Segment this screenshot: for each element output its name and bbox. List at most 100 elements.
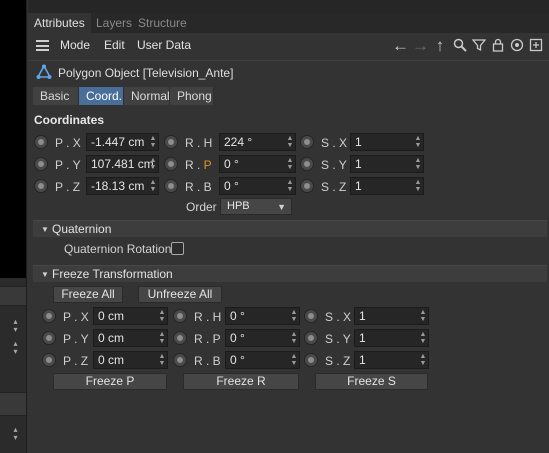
freeze-scale-y-field[interactable]: 1 ▲ ▼ [354, 329, 429, 347]
animate-toggle[interactable] [164, 157, 178, 171]
tab-structure[interactable]: Structure [132, 13, 193, 33]
freeze-pos-x-field[interactable]: 0 cm ▲ ▼ [93, 307, 168, 325]
field-label: R . B [185, 180, 212, 194]
freeze-group-header[interactable]: ▼ Freeze Transformation [33, 265, 547, 282]
menu-mode[interactable]: Mode [60, 38, 90, 52]
freeze-r-button[interactable]: Freeze R [183, 373, 299, 390]
animate-toggle[interactable] [304, 353, 318, 367]
animate-toggle[interactable] [42, 309, 56, 323]
quaternion-rotation-checkbox[interactable] [171, 242, 184, 255]
animate-toggle[interactable] [34, 157, 48, 171]
subtab-coord[interactable]: Coord. [79, 87, 124, 105]
animate-toggle[interactable] [34, 135, 48, 149]
stepper-arrows-icon[interactable]: ▲ ▼ [158, 331, 166, 345]
rot-p-field[interactable]: 0 ° ▲ ▼ [219, 155, 296, 173]
animate-toggle[interactable] [300, 135, 314, 149]
subtab-basic[interactable]: Basic [33, 87, 79, 105]
filter-icon[interactable] [471, 38, 487, 54]
object-title: Polygon Object [Television_Ante] [58, 66, 234, 80]
freeze-scale-x-field[interactable]: 1 ▲ ▼ [354, 307, 429, 325]
animate-toggle[interactable] [300, 157, 314, 171]
arrow-left-icon[interactable]: ← [392, 37, 409, 54]
stepper-arrows-icon[interactable]: ▲ ▼ [419, 353, 427, 367]
stepper-arrows-icon[interactable]: ▲ ▼ [158, 309, 166, 323]
subtab-phong[interactable]: Phong [170, 87, 214, 105]
scale-y-field[interactable]: 1 ▲ ▼ [350, 155, 424, 173]
pos-x-field[interactable]: -1.447 cm ▲ ▼ [86, 133, 159, 151]
add-panel-icon[interactable] [528, 38, 544, 54]
scale-x-field[interactable]: 1 ▲ ▼ [350, 133, 424, 151]
freeze-scale-z-field[interactable]: 1 ▲ ▼ [354, 351, 429, 369]
freeze-rot-b-field[interactable]: 0 ° ▲ ▼ [225, 351, 300, 369]
stepper-arrows-icon[interactable]: ▲ ▼ [286, 135, 294, 149]
stepper-arrows-icon[interactable]: ▲ ▼ [414, 179, 422, 193]
scale-z-value: 1 [355, 179, 362, 193]
pos-y-value: 107.481 cm [91, 157, 154, 171]
collapse-triangle-icon[interactable]: ▼ [41, 270, 49, 279]
stepper-arrows-icon[interactable]: ▲ ▼ [290, 331, 298, 345]
freeze-pos-y-value: 0 cm [98, 331, 125, 345]
unfreeze-all-button[interactable]: Unfreeze All [138, 286, 222, 303]
stepper-arrows-icon[interactable]: ▴ ▾ [11, 318, 20, 334]
freeze-rot-h-field[interactable]: 0 ° ▲ ▼ [225, 307, 300, 325]
freeze-all-button[interactable]: Freeze All [53, 286, 123, 303]
animate-toggle[interactable] [304, 309, 318, 323]
panel-tabbar: Attributes Layers Structure [28, 13, 549, 33]
stepper-arrows-icon[interactable]: ▴ ▾ [11, 340, 20, 356]
stepper-arrows-icon[interactable]: ▴ ▾ [11, 426, 20, 442]
animate-toggle[interactable] [42, 353, 56, 367]
stepper-arrows-icon[interactable]: ▲ ▼ [149, 157, 157, 171]
animate-toggle[interactable] [304, 331, 318, 345]
stepper-arrows-icon[interactable]: ▲ ▼ [149, 135, 157, 149]
freeze-scale-z-value: 1 [359, 353, 366, 367]
tab-layers[interactable]: Layers [90, 13, 138, 33]
stepper-arrows-icon[interactable]: ▲ ▼ [414, 135, 422, 149]
rot-b-field[interactable]: 0 ° ▲ ▼ [219, 177, 296, 195]
order-select[interactable]: HPB ▼ [220, 198, 292, 215]
animate-toggle[interactable] [173, 353, 187, 367]
stepper-arrows-icon[interactable]: ▲ ▼ [419, 309, 427, 323]
menu-edit[interactable]: Edit [104, 38, 125, 52]
stepper-arrows-icon[interactable]: ▲ ▼ [286, 157, 294, 171]
quaternion-group-header[interactable]: ▼ Quaternion [33, 220, 547, 237]
field-label: R . H [194, 310, 222, 324]
freeze-p-button[interactable]: Freeze P [53, 373, 167, 390]
animate-toggle[interactable] [173, 331, 187, 345]
scale-z-field[interactable]: 1 ▲ ▼ [350, 177, 424, 195]
field-label: P . Y [55, 158, 81, 172]
freeze-pos-z-field[interactable]: 0 cm ▲ ▼ [93, 351, 168, 369]
freeze-s-button[interactable]: Freeze S [315, 373, 428, 390]
animate-toggle[interactable] [42, 331, 56, 345]
stepper-arrows-icon[interactable]: ▲ ▼ [414, 157, 422, 171]
pos-z-field[interactable]: -18.13 cm ▲ ▼ [86, 177, 159, 195]
pos-y-field[interactable]: 107.481 cm ▲ ▼ [86, 155, 159, 173]
stepper-arrows-icon[interactable]: ▲ ▼ [158, 353, 166, 367]
menu-user-data[interactable]: User Data [137, 38, 191, 52]
field-label: R . P [185, 158, 212, 172]
stepper-arrows-icon[interactable]: ▲ ▼ [149, 179, 157, 193]
freeze-rot-h-value: 0 ° [230, 309, 245, 323]
lock-icon[interactable] [490, 38, 506, 54]
animate-toggle[interactable] [164, 135, 178, 149]
field-label: S . Z [325, 354, 351, 368]
freeze-rot-p-field[interactable]: 0 ° ▲ ▼ [225, 329, 300, 347]
animate-toggle[interactable] [173, 309, 187, 323]
stepper-arrows-icon[interactable]: ▲ ▼ [290, 353, 298, 367]
arrow-right-icon[interactable]: → [412, 37, 429, 54]
subtab-normal[interactable]: Normal [124, 87, 170, 105]
stepper-arrows-icon[interactable]: ▲ ▼ [419, 331, 427, 345]
rot-h-field[interactable]: 224 ° ▲ ▼ [219, 133, 296, 151]
search-icon[interactable] [452, 38, 468, 54]
rot-b-value: 0 ° [224, 179, 239, 193]
stepper-arrows-icon[interactable]: ▲ ▼ [290, 309, 298, 323]
arrow-up-icon[interactable]: ↑ [432, 37, 448, 54]
collapse-triangle-icon[interactable]: ▼ [41, 225, 49, 234]
animate-toggle[interactable] [164, 179, 178, 193]
animate-toggle[interactable] [34, 179, 48, 193]
tab-attributes[interactable]: Attributes [28, 13, 91, 33]
freeze-pos-y-field[interactable]: 0 cm ▲ ▼ [93, 329, 168, 347]
hamburger-menu-icon[interactable] [36, 40, 49, 51]
target-icon[interactable] [509, 38, 525, 54]
animate-toggle[interactable] [300, 179, 314, 193]
stepper-arrows-icon[interactable]: ▲ ▼ [286, 179, 294, 193]
